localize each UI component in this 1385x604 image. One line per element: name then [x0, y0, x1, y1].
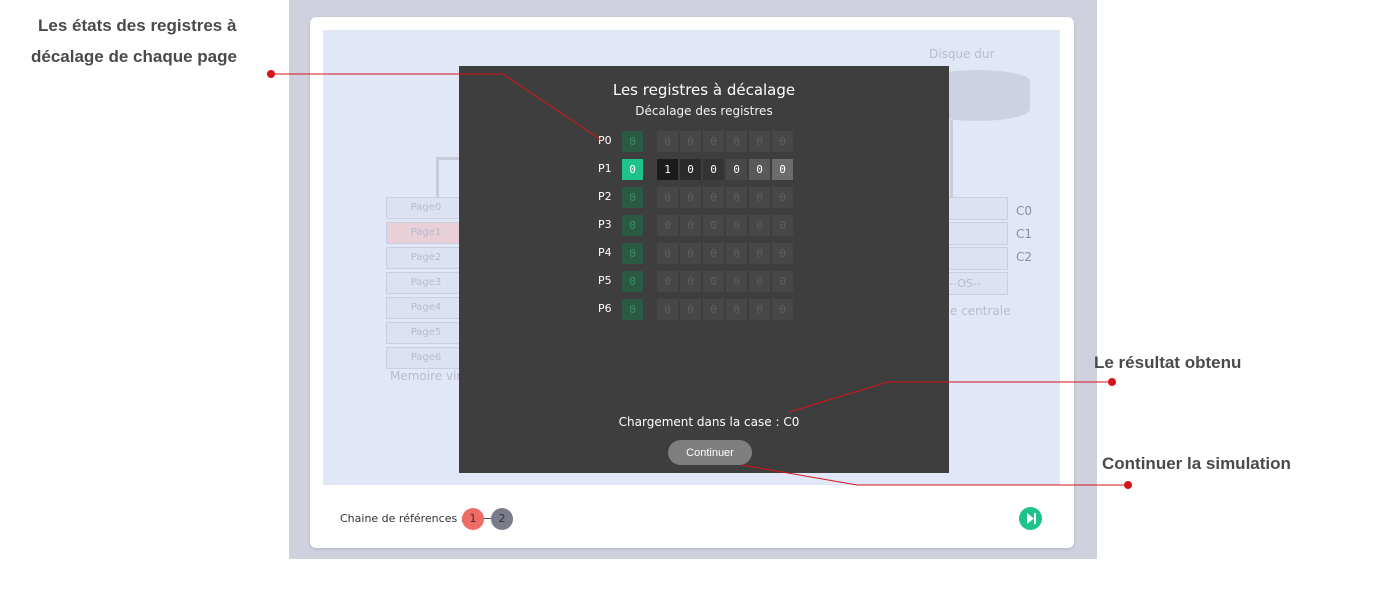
annotation-result: Le résultat obtenu	[1094, 353, 1242, 372]
annotation-continue: Continuer la simulation	[1102, 454, 1291, 473]
annotation-lines	[267, 70, 1132, 489]
annotation-registers-states: Les états des registres à	[38, 16, 237, 35]
annotation-registers-states-line2: décalage de chaque page	[31, 47, 237, 66]
